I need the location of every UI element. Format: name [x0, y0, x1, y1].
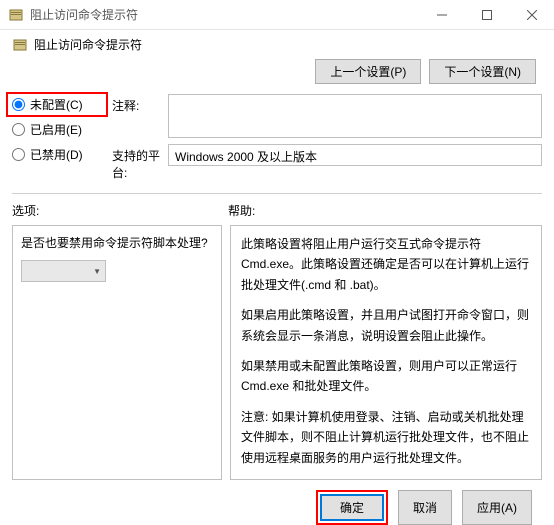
radio-enabled-input[interactable]: [12, 123, 25, 136]
cancel-button[interactable]: 取消: [398, 490, 452, 525]
policy-header: 阻止访问命令提示符: [12, 36, 542, 53]
next-setting-button[interactable]: 下一个设置(N): [429, 59, 536, 84]
comment-label: 注释:: [112, 94, 168, 114]
radio-disabled-input[interactable]: [12, 148, 25, 161]
script-dropdown[interactable]: ▼: [21, 260, 106, 282]
policy-title: 阻止访问命令提示符: [34, 36, 142, 53]
ok-button[interactable]: 确定: [320, 494, 384, 521]
help-text: 如果启用此策略设置，并且用户试图打开命令窗口，则系统会显示一条消息，说明设置会阻…: [241, 305, 531, 346]
options-panel: 是否也要禁用命令提示符脚本处理? ▼: [12, 225, 222, 480]
help-text: 如果禁用或未配置此策略设置，则用户可以正常运行 Cmd.exe 和批处理文件。: [241, 356, 531, 397]
radio-not-configured-label: 未配置(C): [30, 96, 83, 113]
options-label: 选项:: [12, 202, 228, 219]
maximize-button[interactable]: [464, 0, 509, 30]
comment-input[interactable]: [168, 94, 542, 138]
help-text: 注意: 如果计算机使用登录、注销、启动或关机批处理文件脚本，则不阻止计算机运行批…: [241, 407, 531, 468]
radio-disabled-label: 已禁用(D): [30, 146, 83, 163]
radio-disabled[interactable]: 已禁用(D): [12, 146, 102, 163]
policy-icon: [12, 37, 28, 53]
radio-not-configured-input[interactable]: [12, 98, 25, 111]
help-panel: 此策略设置将阻止用户运行交互式命令提示符 Cmd.exe。此策略设置还确定是否可…: [230, 225, 542, 480]
window-title: 阻止访问命令提示符: [30, 6, 419, 23]
platform-label: 支持的平台:: [112, 144, 168, 181]
chevron-down-icon: ▼: [93, 267, 101, 276]
apply-button[interactable]: 应用(A): [462, 490, 532, 525]
radio-not-configured[interactable]: 未配置(C): [6, 92, 108, 117]
close-button[interactable]: [509, 0, 554, 30]
divider: [12, 193, 542, 194]
script-question-label: 是否也要禁用命令提示符脚本处理?: [21, 234, 213, 252]
help-text: 此策略设置将阻止用户运行交互式命令提示符 Cmd.exe。此策略设置还确定是否可…: [241, 234, 531, 295]
platform-value: Windows 2000 及以上版本: [168, 144, 542, 166]
titlebar: 阻止访问命令提示符: [0, 0, 554, 30]
ok-button-highlight: 确定: [316, 490, 388, 525]
prev-setting-button[interactable]: 上一个设置(P): [315, 59, 421, 84]
radio-enabled[interactable]: 已启用(E): [12, 121, 102, 138]
radio-enabled-label: 已启用(E): [30, 121, 82, 138]
app-icon: [8, 7, 24, 23]
help-label: 帮助:: [228, 202, 255, 219]
minimize-button[interactable]: [419, 0, 464, 30]
